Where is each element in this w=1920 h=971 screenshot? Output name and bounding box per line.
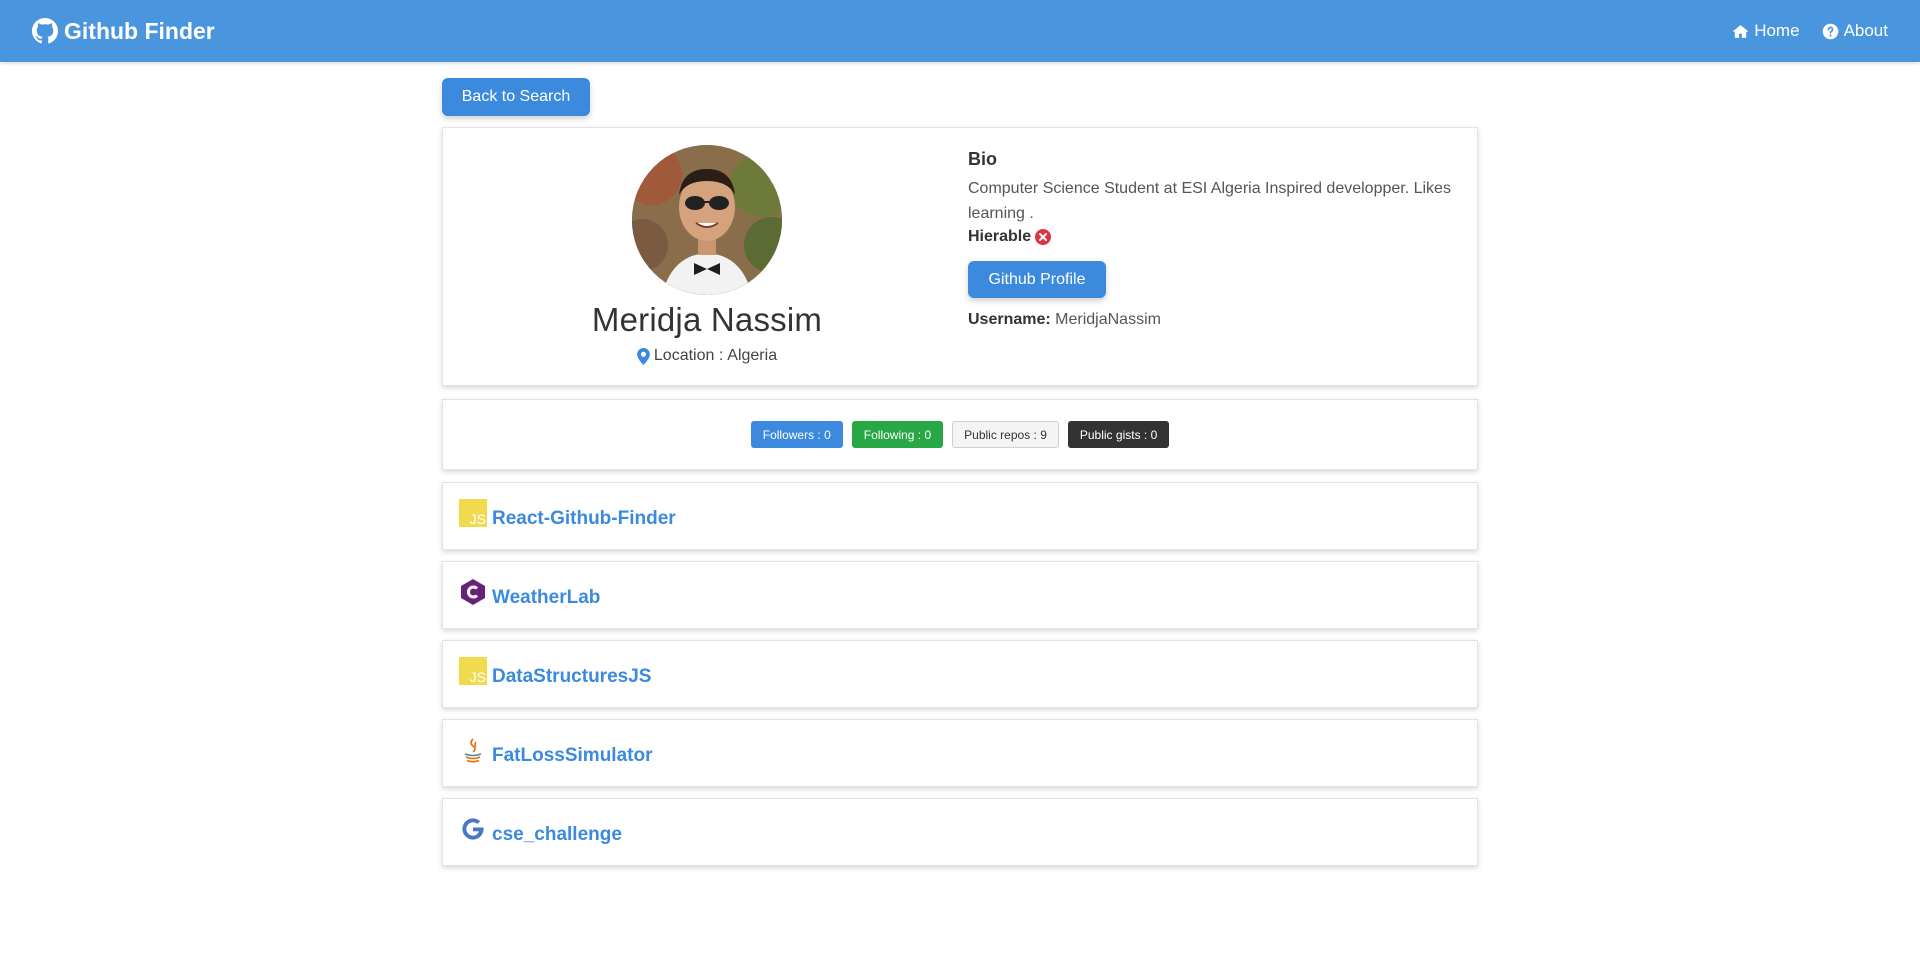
profile-summary: Meridja Nassim Location : Algeria bbox=[443, 128, 971, 385]
following-badge: Following : 0 bbox=[851, 421, 944, 448]
brand-link[interactable]: Github Finder bbox=[32, 18, 215, 45]
hireable-label: Hierable bbox=[968, 228, 1032, 245]
bio-heading: Bio bbox=[968, 149, 997, 169]
javascript-icon: JS bbox=[459, 657, 487, 685]
nav-home-link[interactable]: Home bbox=[1732, 21, 1800, 41]
repo-link[interactable]: WeatherLab bbox=[492, 587, 600, 609]
javascript-icon: JS bbox=[459, 499, 487, 527]
java-icon bbox=[459, 736, 487, 764]
profile-name: Meridja Nassim bbox=[591, 301, 823, 338]
nav-about-link[interactable]: About bbox=[1822, 21, 1888, 41]
username-label: Username: bbox=[968, 311, 1051, 328]
repo-item: JS React-Github-Finder bbox=[442, 482, 1478, 550]
back-to-search-button[interactable]: Back to Search bbox=[442, 78, 590, 116]
repo-link[interactable]: React-Github-Finder bbox=[492, 508, 676, 530]
google-icon bbox=[459, 815, 487, 843]
location-label: Location : bbox=[653, 347, 724, 364]
bio-text: Computer Science Student at ESI Algeria … bbox=[968, 180, 1451, 222]
location-value: Algeria bbox=[727, 347, 778, 364]
profile-card: Meridja Nassim Location : Algeria Bio Co… bbox=[442, 127, 1478, 386]
github-icon bbox=[32, 18, 58, 44]
times-circle-icon bbox=[1035, 229, 1052, 245]
username-value: MeridjaNassim bbox=[1055, 311, 1161, 328]
navbar: Github Finder Home About bbox=[0, 0, 1920, 62]
svg-text:JS: JS bbox=[470, 669, 486, 685]
repo-link[interactable]: DataStructuresJS bbox=[492, 666, 651, 688]
repo-item: WeatherLab bbox=[442, 561, 1478, 629]
question-circle-icon bbox=[1822, 23, 1838, 39]
hireable-status: Hierable bbox=[968, 228, 1458, 246]
repo-item: JS DataStructuresJS bbox=[442, 640, 1478, 708]
brand-title: Github Finder bbox=[64, 17, 215, 44]
public-gists-badge: Public gists : 0 bbox=[1067, 421, 1170, 448]
avatar bbox=[632, 145, 782, 295]
repo-item: cse_challenge bbox=[442, 798, 1478, 866]
username-row: Username: MeridjaNassim bbox=[968, 311, 1458, 329]
csharp-icon bbox=[459, 578, 487, 606]
map-marker-icon bbox=[637, 347, 650, 365]
nav-about-label: About bbox=[1843, 21, 1888, 40]
github-profile-button[interactable]: Github Profile bbox=[968, 261, 1106, 298]
avatar-image bbox=[632, 145, 782, 295]
nav-home-label: Home bbox=[1754, 21, 1800, 40]
home-icon bbox=[1733, 24, 1749, 38]
repo-link[interactable]: FatLossSimulator bbox=[492, 745, 652, 767]
nav-links: Home About bbox=[1732, 21, 1888, 41]
location: Location : Algeria bbox=[637, 347, 777, 365]
repo-item: FatLossSimulator bbox=[442, 719, 1478, 787]
profile-details: Bio Computer Science Student at ESI Alge… bbox=[968, 149, 1458, 329]
svg-text:JS: JS bbox=[470, 511, 486, 527]
public-repos-badge: Public repos : 9 bbox=[952, 421, 1059, 448]
repo-link[interactable]: cse_challenge bbox=[492, 824, 622, 846]
followers-badge: Followers : 0 bbox=[750, 421, 843, 448]
stats-card: Followers : 0 Following : 0 Public repos… bbox=[442, 399, 1478, 470]
